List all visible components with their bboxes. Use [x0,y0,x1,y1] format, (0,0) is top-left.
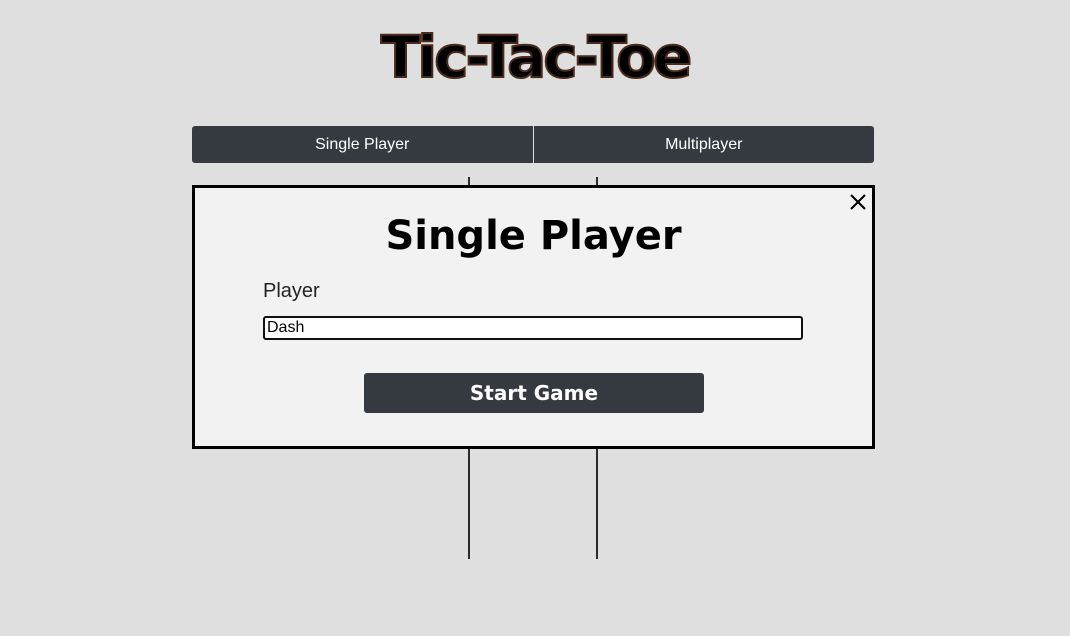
single-player-modal: Single Player Player Start Game [192,185,875,449]
single-player-tab[interactable]: Single Player [192,126,534,163]
start-game-button[interactable]: Start Game [364,373,704,413]
player-name-input[interactable] [263,316,803,340]
app-title: Tic-Tac-Toe [380,22,694,92]
player-label: Player [263,280,320,302]
close-icon[interactable] [848,192,868,212]
modal-title: Single Player [385,213,682,259]
mode-tabs: Single Player Multiplayer [192,126,874,163]
multiplayer-tab[interactable]: Multiplayer [533,126,874,163]
